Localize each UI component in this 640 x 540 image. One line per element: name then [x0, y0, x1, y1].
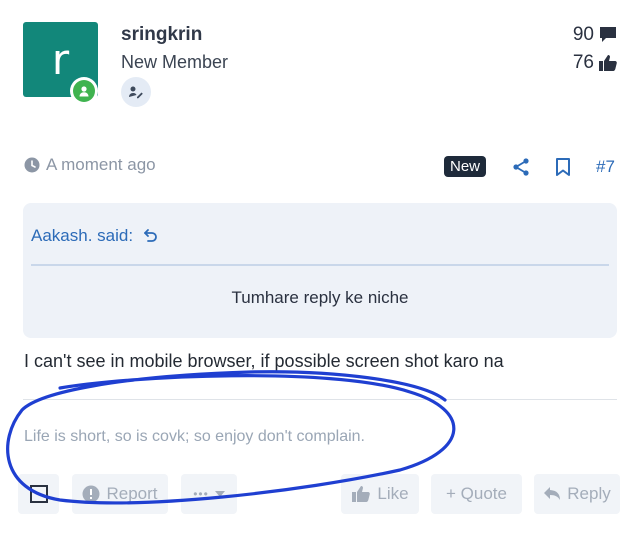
reply-button[interactable]: Reply — [534, 474, 620, 514]
clock-icon — [24, 157, 40, 173]
comment-icon — [600, 27, 616, 42]
online-status-badge — [70, 77, 98, 105]
post-number-link[interactable]: #7 — [596, 157, 615, 177]
post-timestamp[interactable]: A moment ago — [24, 155, 156, 175]
message-count-value: 90 — [572, 24, 594, 45]
jump-to-quote-icon[interactable] — [143, 228, 159, 244]
avatar-letter: r — [51, 35, 70, 84]
signature: Life is short, so is covk; so enjoy don'… — [24, 428, 365, 445]
quote-divider — [31, 264, 609, 266]
more-options-button[interactable]: ••• — [181, 474, 237, 514]
chevron-down-icon — [214, 491, 225, 497]
quote-label: + Quote — [446, 484, 507, 503]
report-button[interactable]: Report — [72, 474, 168, 514]
quote-block — [23, 203, 617, 338]
timestamp-text: A moment ago — [46, 155, 156, 174]
signature-divider — [23, 399, 617, 400]
checkbox-icon — [29, 485, 48, 503]
reaction-score-value: 76 — [572, 52, 594, 73]
user-icon — [79, 86, 89, 97]
thumbs-up-icon — [352, 486, 371, 502]
new-badge: New — [444, 156, 487, 177]
reaction-score: 76 — [573, 52, 618, 74]
reply-label: Reply — [567, 484, 611, 503]
more-options-label: ••• — [193, 487, 209, 501]
post-message: I can't see in mobile browser, if possib… — [24, 351, 504, 371]
quote-button[interactable]: + Quote — [431, 474, 522, 514]
user-title: New Member — [121, 52, 229, 72]
reply-icon — [544, 487, 561, 500]
quote-author: Aakash. said: — [31, 226, 134, 245]
multi-quote-checkbox[interactable] — [18, 474, 59, 514]
bookmark-icon[interactable] — [555, 158, 571, 176]
username[interactable]: sringkrin — [121, 24, 202, 46]
share-icon[interactable] — [511, 157, 531, 177]
user-banner-icon — [121, 77, 151, 107]
edit-user-icon — [129, 86, 143, 99]
report-label: Report — [106, 484, 158, 503]
quote-attribution[interactable]: Aakash. said: — [31, 226, 159, 246]
thumbs-up-icon — [599, 55, 617, 71]
message-count: 90 — [573, 24, 618, 46]
like-button[interactable]: Like — [341, 474, 419, 514]
like-label: Like — [377, 484, 409, 503]
quote-text: Tumhare reply ke niche — [231, 288, 409, 307]
report-icon — [82, 485, 100, 503]
